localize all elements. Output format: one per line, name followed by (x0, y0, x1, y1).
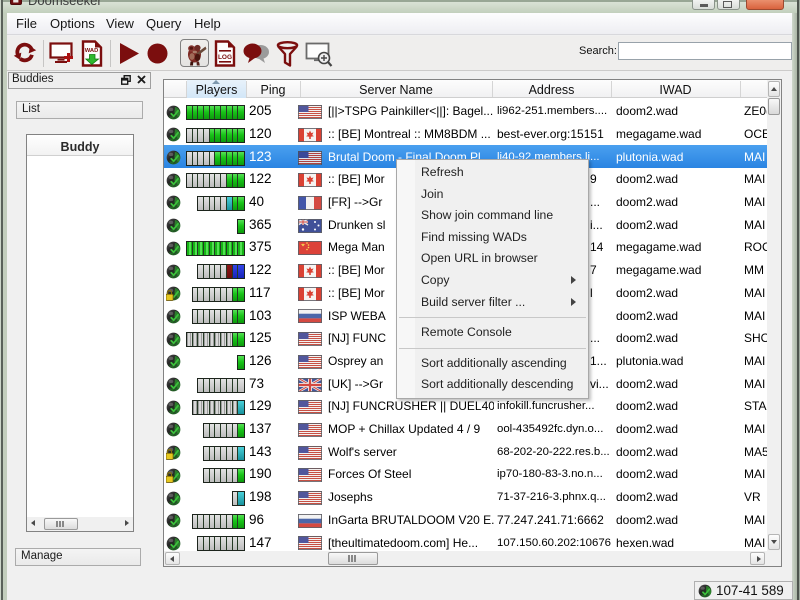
svg-text:LOG: LOG (218, 54, 232, 61)
svg-text:WAD: WAD (85, 48, 99, 54)
